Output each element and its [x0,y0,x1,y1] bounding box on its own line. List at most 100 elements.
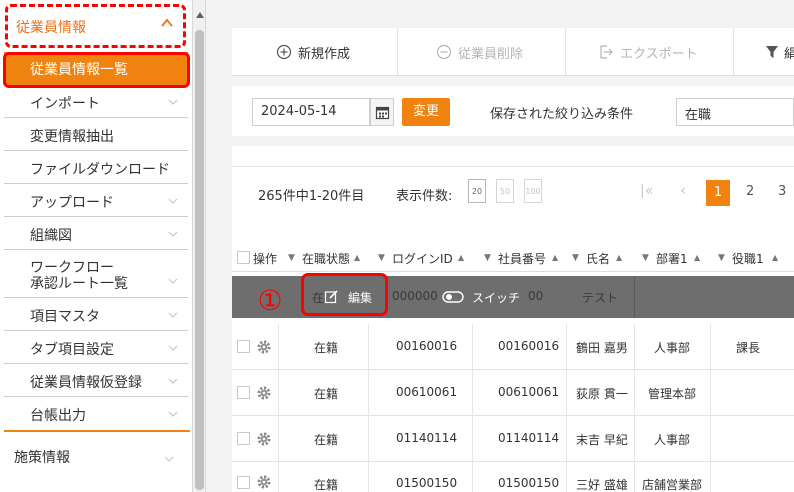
column-divider [368,370,369,416]
sidebar-item-file-download[interactable]: ファイルダウンロード [4,151,188,184]
header-employee-no[interactable]: 社員番号 [498,250,546,267]
sort-icon[interactable]: ▲ [772,253,778,262]
chevron-down-icon [168,278,178,284]
sidebar-item-ledger-output[interactable]: 台帳出力 [4,397,188,430]
header-role[interactable]: 役職1 [732,250,764,267]
sort-icon[interactable]: ▼ [288,253,295,263]
record-count: 265件中1-20件目 [258,189,365,204]
header-login-id[interactable]: ログインID [392,250,453,267]
sidebar-item-label: 項目マスタ [30,309,100,325]
scroll-thumb[interactable] [195,30,204,490]
toolbar: 新規作成 従業員削除 エクスポート 絹 [232,28,794,76]
switch-button[interactable]: スイッチ [442,283,538,311]
cell-status: 在籍 [314,387,339,401]
column-divider [472,462,473,492]
chevron-down-icon [168,411,178,417]
filter-button[interactable]: 絹 [734,28,794,76]
row-checkbox[interactable] [237,432,250,445]
page-button[interactable]: 2 [746,184,754,199]
header-status[interactable]: 在職状態 [302,250,350,267]
column-divider [368,324,369,370]
cell-status: 在籍 [314,478,339,492]
column-divider [472,416,473,462]
sort-icon[interactable]: ▼ [718,253,725,263]
cell-name: 荻原 貫一 [576,387,628,401]
page-button[interactable]: 3 [778,184,786,199]
select-all-checkbox[interactable] [237,251,250,264]
gear-icon[interactable] [256,385,272,401]
cell-name: 三好 盛雄 [576,478,628,492]
cell-login-id: 01140114 [396,431,458,445]
cell-role: 課長 [736,341,761,355]
filter-row: 2024-05-14 変更 保存された絞り込み条件 在職 [232,86,794,136]
export-button[interactable]: エクスポート [566,28,734,76]
sidebar-item-workflow[interactable]: ワークフロー 承認ルート一覧 [4,250,188,298]
column-divider [634,462,635,492]
sidebar-item-upload[interactable]: アップロード [4,184,188,217]
sidebar-item-org-chart[interactable]: 組織図 [4,217,188,250]
page-size-100-button[interactable]: 100 [524,179,542,203]
sidebar-item-tab-settings[interactable]: タブ項目設定 [4,331,188,364]
sort-icon[interactable]: ▲ [694,253,700,262]
column-divider [710,370,711,416]
table-row[interactable]: 在籍 00610061 00610061 荻原 貫一 管理本部 [232,370,794,416]
column-divider [634,370,635,416]
cell-login-id: 00610061 [396,385,458,399]
page-size-50-button[interactable]: 50 [496,179,514,203]
plus-circle-icon [276,44,292,60]
change-date-button[interactable]: 変更 [402,98,450,126]
sidebar-item-label: 従業員情報仮登録 [30,375,142,391]
delete-employee-button[interactable]: 従業員削除 [398,28,566,76]
column-divider [278,462,279,492]
page-button-current[interactable]: 1 [706,180,730,206]
new-button[interactable]: 新規作成 [232,28,398,76]
chevron-down-icon [168,99,178,105]
table-row[interactable]: 在籍 00160016 00160016 鶴田 嘉男 人事部 課長 [232,324,794,370]
sidebar-item-change-extract[interactable]: 変更情報抽出 [4,118,188,151]
gear-icon[interactable] [256,339,272,355]
new-button-label: 新規作成 [298,47,351,62]
page-size-20-button[interactable]: 20 [468,179,486,203]
gear-icon[interactable] [256,431,272,447]
scroll-up-arrow-icon[interactable] [196,12,204,18]
prev-page-icon[interactable]: ‹ [680,181,686,199]
first-page-icon[interactable]: |« [640,183,653,199]
sort-icon[interactable]: ▼ [484,253,491,263]
table-row[interactable]: 在籍 01140114 01140114 末吉 早紀 人事部 [232,416,794,462]
header-name[interactable]: 氏名 [586,250,610,267]
sort-icon[interactable]: ▼ [378,253,385,263]
table-row[interactable]: 在籍 01500150 01500150 三好 盛雄 店舗営業部 [232,462,794,492]
sidebar-section-measures[interactable]: 施策情報 [0,440,188,474]
sidebar-item-item-master[interactable]: 項目マスタ [4,298,188,331]
column-divider [566,324,567,370]
sidebar-scrollbar[interactable] [192,0,206,492]
header-dept[interactable]: 部署1 [656,250,688,267]
sidebar-item-import[interactable]: インポート [4,85,188,118]
chevron-down-icon [168,198,178,204]
column-divider [472,324,473,370]
sort-icon[interactable]: ▲ [458,253,464,262]
chevron-down-icon [168,231,178,237]
column-divider [710,416,711,462]
calendar-button[interactable] [370,98,394,126]
header-operation: 操作 [253,252,278,266]
sort-icon[interactable]: ▲ [552,253,558,262]
column-divider [278,324,279,370]
sort-icon[interactable]: ▲ [616,253,622,262]
gear-icon[interactable] [256,474,272,490]
saved-filter-select[interactable]: 在職 [676,98,794,126]
base-date-input[interactable]: 2024-05-14 [252,98,370,126]
row-checkbox[interactable] [237,476,250,489]
chevron-down-icon [168,312,178,318]
calendar-icon [375,106,390,120]
sidebar-item-provisional-registration[interactable]: 従業員情報仮登録 [4,364,188,397]
sort-icon[interactable]: ▼ [642,253,649,263]
filter-button-label: 絹 [784,47,794,62]
row-checkbox[interactable] [237,340,250,353]
sort-icon[interactable]: ▼ [572,253,579,263]
row-checkbox[interactable] [237,386,250,399]
column-divider [566,462,567,492]
cell-login-id: 00160016 [396,339,458,353]
sort-icon[interactable]: ▲ [354,253,360,262]
cell-dept: 店舗営業部 [642,478,703,492]
